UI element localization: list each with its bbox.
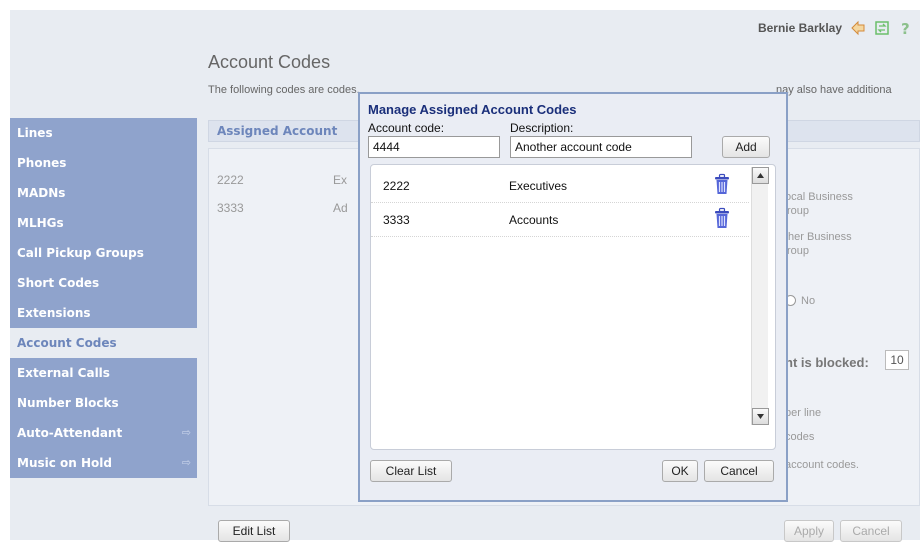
logout-icon[interactable]	[850, 20, 866, 36]
no-radio-label: No	[801, 295, 816, 307]
sidebar-item-label: Call Pickup Groups	[17, 246, 144, 260]
sidebar-item-number-blocks[interactable]: Number Blocks	[10, 388, 197, 418]
sidebar-item-label: Phones	[17, 156, 67, 170]
sidebar: Lines Phones MADNs MLHGs Call Pickup Gro…	[10, 118, 197, 478]
sidebar-item-call-pickup-groups[interactable]: Call Pickup Groups	[10, 238, 197, 268]
sidebar-item-label: Extensions	[17, 306, 91, 320]
bg-desc: Ex	[333, 173, 348, 187]
list-item[interactable]: 2222 Executives	[371, 169, 749, 203]
scroll-up-icon[interactable]	[752, 167, 769, 184]
help-icon[interactable]: ?	[898, 20, 914, 38]
trash-icon[interactable]	[713, 207, 731, 229]
account-codes-label: account codes.	[785, 459, 859, 471]
description-input[interactable]: Another account code	[510, 136, 692, 158]
scroll-down-icon[interactable]	[752, 408, 769, 425]
blocked-label: nt is blocked:	[785, 355, 869, 370]
account-codes-list: 2222 Executives 3333 Accounts	[370, 164, 776, 450]
sidebar-item-label: Account Codes	[17, 336, 117, 350]
manage-account-codes-dialog: Manage Assigned Account Codes Account co…	[358, 92, 788, 502]
intro-left: The following codes are codes.	[208, 84, 360, 96]
local-business-label: ocal Business	[785, 191, 853, 203]
apply-button[interactable]: Apply	[784, 520, 834, 542]
app-window: Bernie Barklay ? Account Codes The follo…	[10, 10, 920, 542]
sidebar-item-mlhgs[interactable]: MLHGs	[10, 208, 197, 238]
intro-right: nay also have additiona	[776, 84, 892, 96]
sidebar-item-label: Music on Hold	[17, 456, 112, 470]
sidebar-item-account-codes[interactable]: Account Codes	[10, 328, 197, 358]
list-scrollbar[interactable]	[751, 167, 769, 425]
account-code-input[interactable]: 4444	[368, 136, 500, 158]
sidebar-item-label: Lines	[17, 126, 53, 140]
sidebar-item-external-calls[interactable]: External Calls	[10, 358, 197, 388]
list-item[interactable]: 3333 Accounts	[371, 203, 749, 237]
trash-icon[interactable]	[713, 173, 731, 195]
list-item-code: 3333	[383, 213, 410, 227]
other-business-label: ther Business	[785, 231, 852, 243]
submenu-arrow-icon: ⇨	[181, 426, 191, 439]
blocked-count-input[interactable]: 10	[885, 350, 909, 370]
list-item-code: 2222	[383, 179, 410, 193]
dialog-cancel-button[interactable]: Cancel	[704, 460, 774, 482]
bg-code: 2222	[217, 173, 244, 187]
ok-button[interactable]: OK	[662, 460, 698, 482]
per-line-label: per line	[785, 407, 822, 419]
list-item-description: Executives	[509, 179, 568, 193]
account-code-label: Account code:	[368, 121, 445, 135]
user-bar: Bernie Barklay ?	[757, 20, 914, 38]
refresh-icon[interactable]	[874, 20, 890, 36]
sidebar-item-phones[interactable]: Phones	[10, 148, 197, 178]
cancel-button[interactable]: Cancel	[840, 520, 902, 542]
sidebar-item-label: MLHGs	[17, 216, 64, 230]
other-business-label-2: roup	[787, 245, 810, 257]
page-title: Account Codes	[208, 52, 331, 72]
dialog-title: Manage Assigned Account Codes	[368, 102, 577, 117]
sidebar-item-label: External Calls	[17, 366, 110, 380]
bg-code: 3333	[217, 201, 244, 215]
sidebar-item-extensions[interactable]: Extensions	[10, 298, 197, 328]
sidebar-item-label: MADNs	[17, 186, 66, 200]
clear-list-button[interactable]: Clear List	[370, 460, 452, 482]
sidebar-item-label: Number Blocks	[17, 396, 119, 410]
sidebar-item-label: Auto-Attendant	[17, 426, 123, 440]
sidebar-item-lines[interactable]: Lines	[10, 118, 197, 148]
edit-list-button[interactable]: Edit List	[218, 520, 290, 542]
local-business-label-2: roup	[787, 205, 810, 217]
sidebar-item-music-on-hold[interactable]: Music on Hold ⇨	[10, 448, 197, 478]
bg-desc: Ad	[333, 201, 348, 215]
svg-text:?: ?	[901, 20, 910, 36]
list-item-description: Accounts	[509, 213, 559, 227]
sidebar-item-short-codes[interactable]: Short Codes	[10, 268, 197, 298]
sidebar-item-auto-attendant[interactable]: Auto-Attendant ⇨	[10, 418, 197, 448]
codes-label: codes	[785, 431, 815, 443]
add-button[interactable]: Add	[722, 136, 770, 158]
user-name: Bernie Barklay	[757, 21, 842, 35]
submenu-arrow-icon: ⇨	[181, 456, 191, 469]
sidebar-item-madns[interactable]: MADNs	[10, 178, 197, 208]
description-label: Description:	[510, 121, 574, 135]
sidebar-item-label: Short Codes	[17, 276, 100, 290]
